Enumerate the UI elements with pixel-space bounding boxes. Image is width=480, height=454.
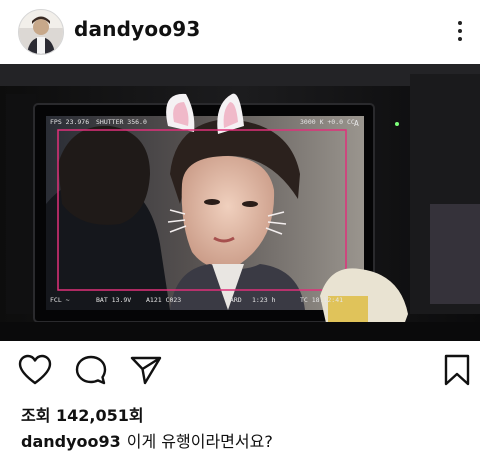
username[interactable]: dandyoo93 bbox=[74, 17, 201, 41]
osd-wb: 3000 K +0.0 CC bbox=[300, 118, 355, 126]
osd-timecode: TC 18:12:41 bbox=[300, 296, 343, 304]
comment-icon bbox=[75, 355, 107, 385]
save-button[interactable] bbox=[439, 353, 475, 387]
osd-card: CARD bbox=[226, 296, 242, 304]
like-button[interactable] bbox=[17, 353, 53, 387]
post-photo[interactable]: FPS 23.976 SHUTTER 356.0 3000 K +0.0 CC … bbox=[0, 64, 480, 341]
share-button[interactable] bbox=[128, 353, 164, 387]
osd-clip: A121 C023 bbox=[146, 296, 181, 304]
comment-button[interactable] bbox=[73, 353, 109, 387]
heart-icon bbox=[18, 354, 52, 385]
osd-remain: 1:23 h bbox=[252, 296, 276, 304]
send-icon bbox=[130, 356, 162, 385]
osd-shutter: SHUTTER 356.0 bbox=[96, 118, 147, 126]
avatar[interactable] bbox=[18, 9, 64, 55]
views-label: 조회 bbox=[21, 406, 51, 425]
caption-text: 이게 유행이라면서요? bbox=[126, 432, 273, 451]
post-caption: dandyoo93 이게 유행이라면서요? bbox=[21, 428, 273, 452]
post-actions bbox=[0, 341, 480, 399]
osd-lens: FCL ~ bbox=[50, 296, 70, 304]
caption-username[interactable]: dandyoo93 bbox=[21, 432, 121, 451]
osd-battery: BAT 13.9V bbox=[96, 296, 131, 304]
bookmark-icon bbox=[444, 354, 470, 386]
views-count: 142,051회 bbox=[56, 406, 144, 425]
avatar-image bbox=[19, 10, 63, 54]
osd-mark: A bbox=[354, 119, 359, 128]
post-header: dandyoo93 bbox=[0, 0, 480, 62]
more-vertical-icon[interactable] bbox=[450, 14, 470, 48]
osd-fps: FPS 23.976 bbox=[50, 118, 89, 126]
view-count[interactable]: 조회 142,051회 bbox=[21, 402, 144, 426]
photo-scene: FPS 23.976 SHUTTER 356.0 3000 K +0.0 CC … bbox=[0, 64, 480, 341]
